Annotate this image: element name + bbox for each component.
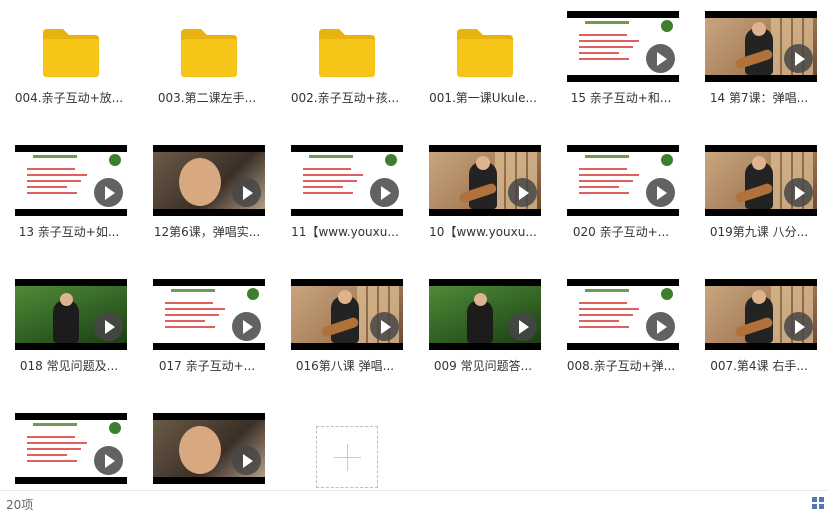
video-item[interactable]: 019第九课 八分...	[690, 134, 827, 262]
folder-icon	[181, 29, 237, 77]
thumbnail	[690, 0, 827, 88]
file-name: 15 亲子互动+和...	[570, 91, 672, 105]
thumbnail	[552, 0, 690, 88]
file-name: 002.亲子互动+孩...	[290, 91, 400, 105]
video-item[interactable]: 008.亲子互动+弹...	[552, 268, 690, 396]
video-item[interactable]: 009 常见问题答...	[414, 268, 552, 396]
file-name: 13 亲子互动+如...	[18, 225, 120, 239]
thumbnail	[0, 268, 138, 356]
file-name: 10【www.youxu...	[429, 225, 537, 239]
video-thumbnail	[15, 413, 127, 484]
thumbnail	[552, 134, 690, 222]
play-icon[interactable]	[784, 44, 813, 73]
file-name: 12第6课，弹唱实...	[153, 225, 261, 239]
video-thumbnail	[567, 145, 679, 216]
video-item[interactable]: 15 亲子互动+和...	[552, 0, 690, 128]
thumbnail	[0, 402, 138, 490]
folder-item[interactable]: 001.第一课Ukule...	[414, 0, 552, 128]
file-name: 008.亲子互动+弹...	[566, 359, 676, 373]
play-icon[interactable]	[508, 312, 537, 341]
file-name: 003.第二课左手...	[157, 91, 257, 105]
thumbnail	[552, 268, 690, 356]
play-icon[interactable]	[784, 178, 813, 207]
thumbnail	[138, 402, 276, 490]
play-icon[interactable]	[370, 312, 399, 341]
video-thumbnail	[291, 145, 403, 216]
file-name: 020 亲子互动+...	[572, 225, 670, 239]
play-icon[interactable]	[232, 446, 261, 475]
folder-item[interactable]: 004.亲子互动+放...	[0, 0, 138, 128]
play-icon[interactable]	[508, 178, 537, 207]
video-thumbnail	[15, 145, 127, 216]
video-item[interactable]: 016第八课 弹唱...	[276, 268, 414, 396]
thumbnail	[138, 268, 276, 356]
folder-item[interactable]: 002.亲子互动+孩...	[276, 0, 414, 128]
video-item[interactable]: 12第6课，弹唱实...	[138, 134, 276, 262]
file-name: 016第八课 弹唱...	[295, 359, 395, 373]
video-thumbnail	[153, 279, 265, 350]
file-name: 009 常见问题答...	[433, 359, 533, 373]
video-item[interactable]: 007.第4课 右手...	[690, 268, 827, 396]
video-thumbnail	[567, 279, 679, 350]
video-thumbnail	[291, 279, 403, 350]
thumbnail	[414, 134, 552, 222]
play-icon[interactable]	[232, 312, 261, 341]
add-file-button[interactable]	[316, 426, 378, 488]
thumbnail	[276, 268, 414, 356]
file-grid: 004.亲子互动+放... 003.第二课左手... 002.亲子互动+孩... 00…	[0, 0, 827, 490]
play-icon[interactable]	[94, 178, 123, 207]
video-thumbnail	[705, 11, 817, 82]
play-icon[interactable]	[94, 446, 123, 475]
video-thumbnail	[705, 145, 817, 216]
play-icon[interactable]	[646, 44, 675, 73]
folder-item[interactable]: 003.第二课左手...	[138, 0, 276, 128]
file-name: 11【www.youxu...	[291, 225, 399, 239]
video-item[interactable]: 017 亲子互动+...	[138, 268, 276, 396]
file-name: 017 亲子互动+...	[158, 359, 256, 373]
status-bar: 20项	[0, 490, 827, 515]
video-thumbnail	[153, 145, 265, 216]
thumbnail	[276, 0, 414, 88]
video-item[interactable]: 10【www.youxu...	[414, 134, 552, 262]
video-item[interactable]	[138, 402, 276, 490]
video-item[interactable]	[0, 402, 138, 490]
thumbnail	[138, 0, 276, 88]
video-item[interactable]: 018 常见问题及...	[0, 268, 138, 396]
thumbnail	[690, 134, 827, 222]
thumbnail	[0, 134, 138, 222]
video-thumbnail	[705, 279, 817, 350]
folder-icon	[319, 29, 375, 77]
thumbnail	[414, 268, 552, 356]
video-thumbnail	[429, 145, 541, 216]
thumbnail	[690, 268, 827, 356]
file-name: 007.第4课 右手...	[710, 359, 808, 373]
video-thumbnail	[567, 11, 679, 82]
video-item[interactable]: 020 亲子互动+...	[552, 134, 690, 262]
video-thumbnail	[429, 279, 541, 350]
file-name: 004.亲子互动+放...	[14, 91, 124, 105]
play-icon[interactable]	[370, 178, 399, 207]
folder-icon	[43, 29, 99, 77]
play-icon[interactable]	[232, 178, 261, 207]
video-item[interactable]: 11【www.youxu...	[276, 134, 414, 262]
video-item[interactable]: 13 亲子互动+如...	[0, 134, 138, 262]
video-thumbnail	[15, 279, 127, 350]
file-name: 018 常见问题及...	[19, 359, 119, 373]
play-icon[interactable]	[646, 312, 675, 341]
play-icon[interactable]	[784, 312, 813, 341]
file-name: 019第九课 八分...	[709, 225, 809, 239]
thumbnail	[414, 0, 552, 88]
item-count: 20项	[6, 498, 34, 512]
thumbnail	[138, 134, 276, 222]
play-icon[interactable]	[646, 178, 675, 207]
play-icon[interactable]	[94, 312, 123, 341]
folder-icon	[457, 29, 513, 77]
file-name: 14 第7课：弹唱...	[709, 91, 809, 105]
grid-view-icon[interactable]	[812, 497, 825, 510]
video-item[interactable]: 14 第7课：弹唱...	[690, 0, 827, 128]
video-thumbnail	[153, 413, 265, 484]
file-name: 001.第一课Ukule...	[429, 91, 537, 105]
thumbnail	[0, 0, 138, 88]
thumbnail	[276, 134, 414, 222]
